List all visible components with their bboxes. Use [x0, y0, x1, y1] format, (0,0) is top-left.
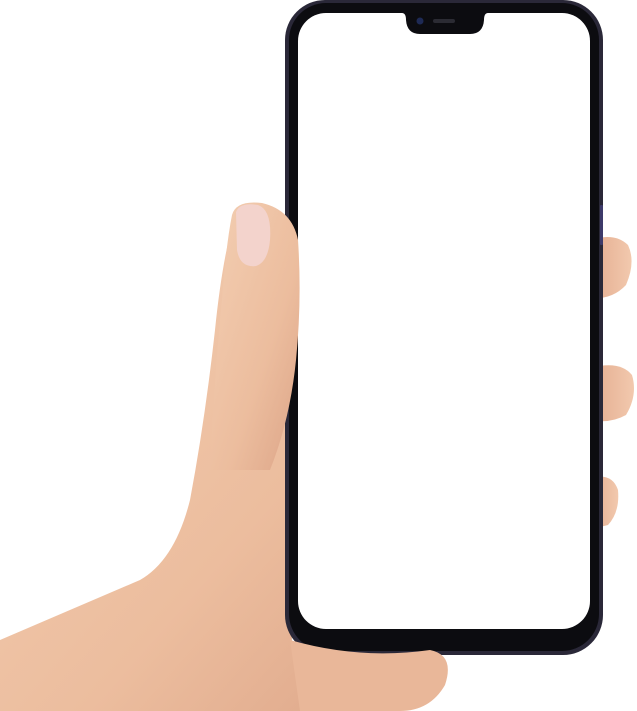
- side-button: [600, 205, 603, 245]
- phone-screen: [298, 13, 590, 629]
- phone: [285, 0, 603, 655]
- hand-holding-phone-illustration: [0, 0, 634, 711]
- earpiece: [433, 19, 455, 23]
- phone-notch: [402, 13, 488, 34]
- thumbnail: [236, 204, 271, 267]
- front-camera-icon: [416, 17, 424, 25]
